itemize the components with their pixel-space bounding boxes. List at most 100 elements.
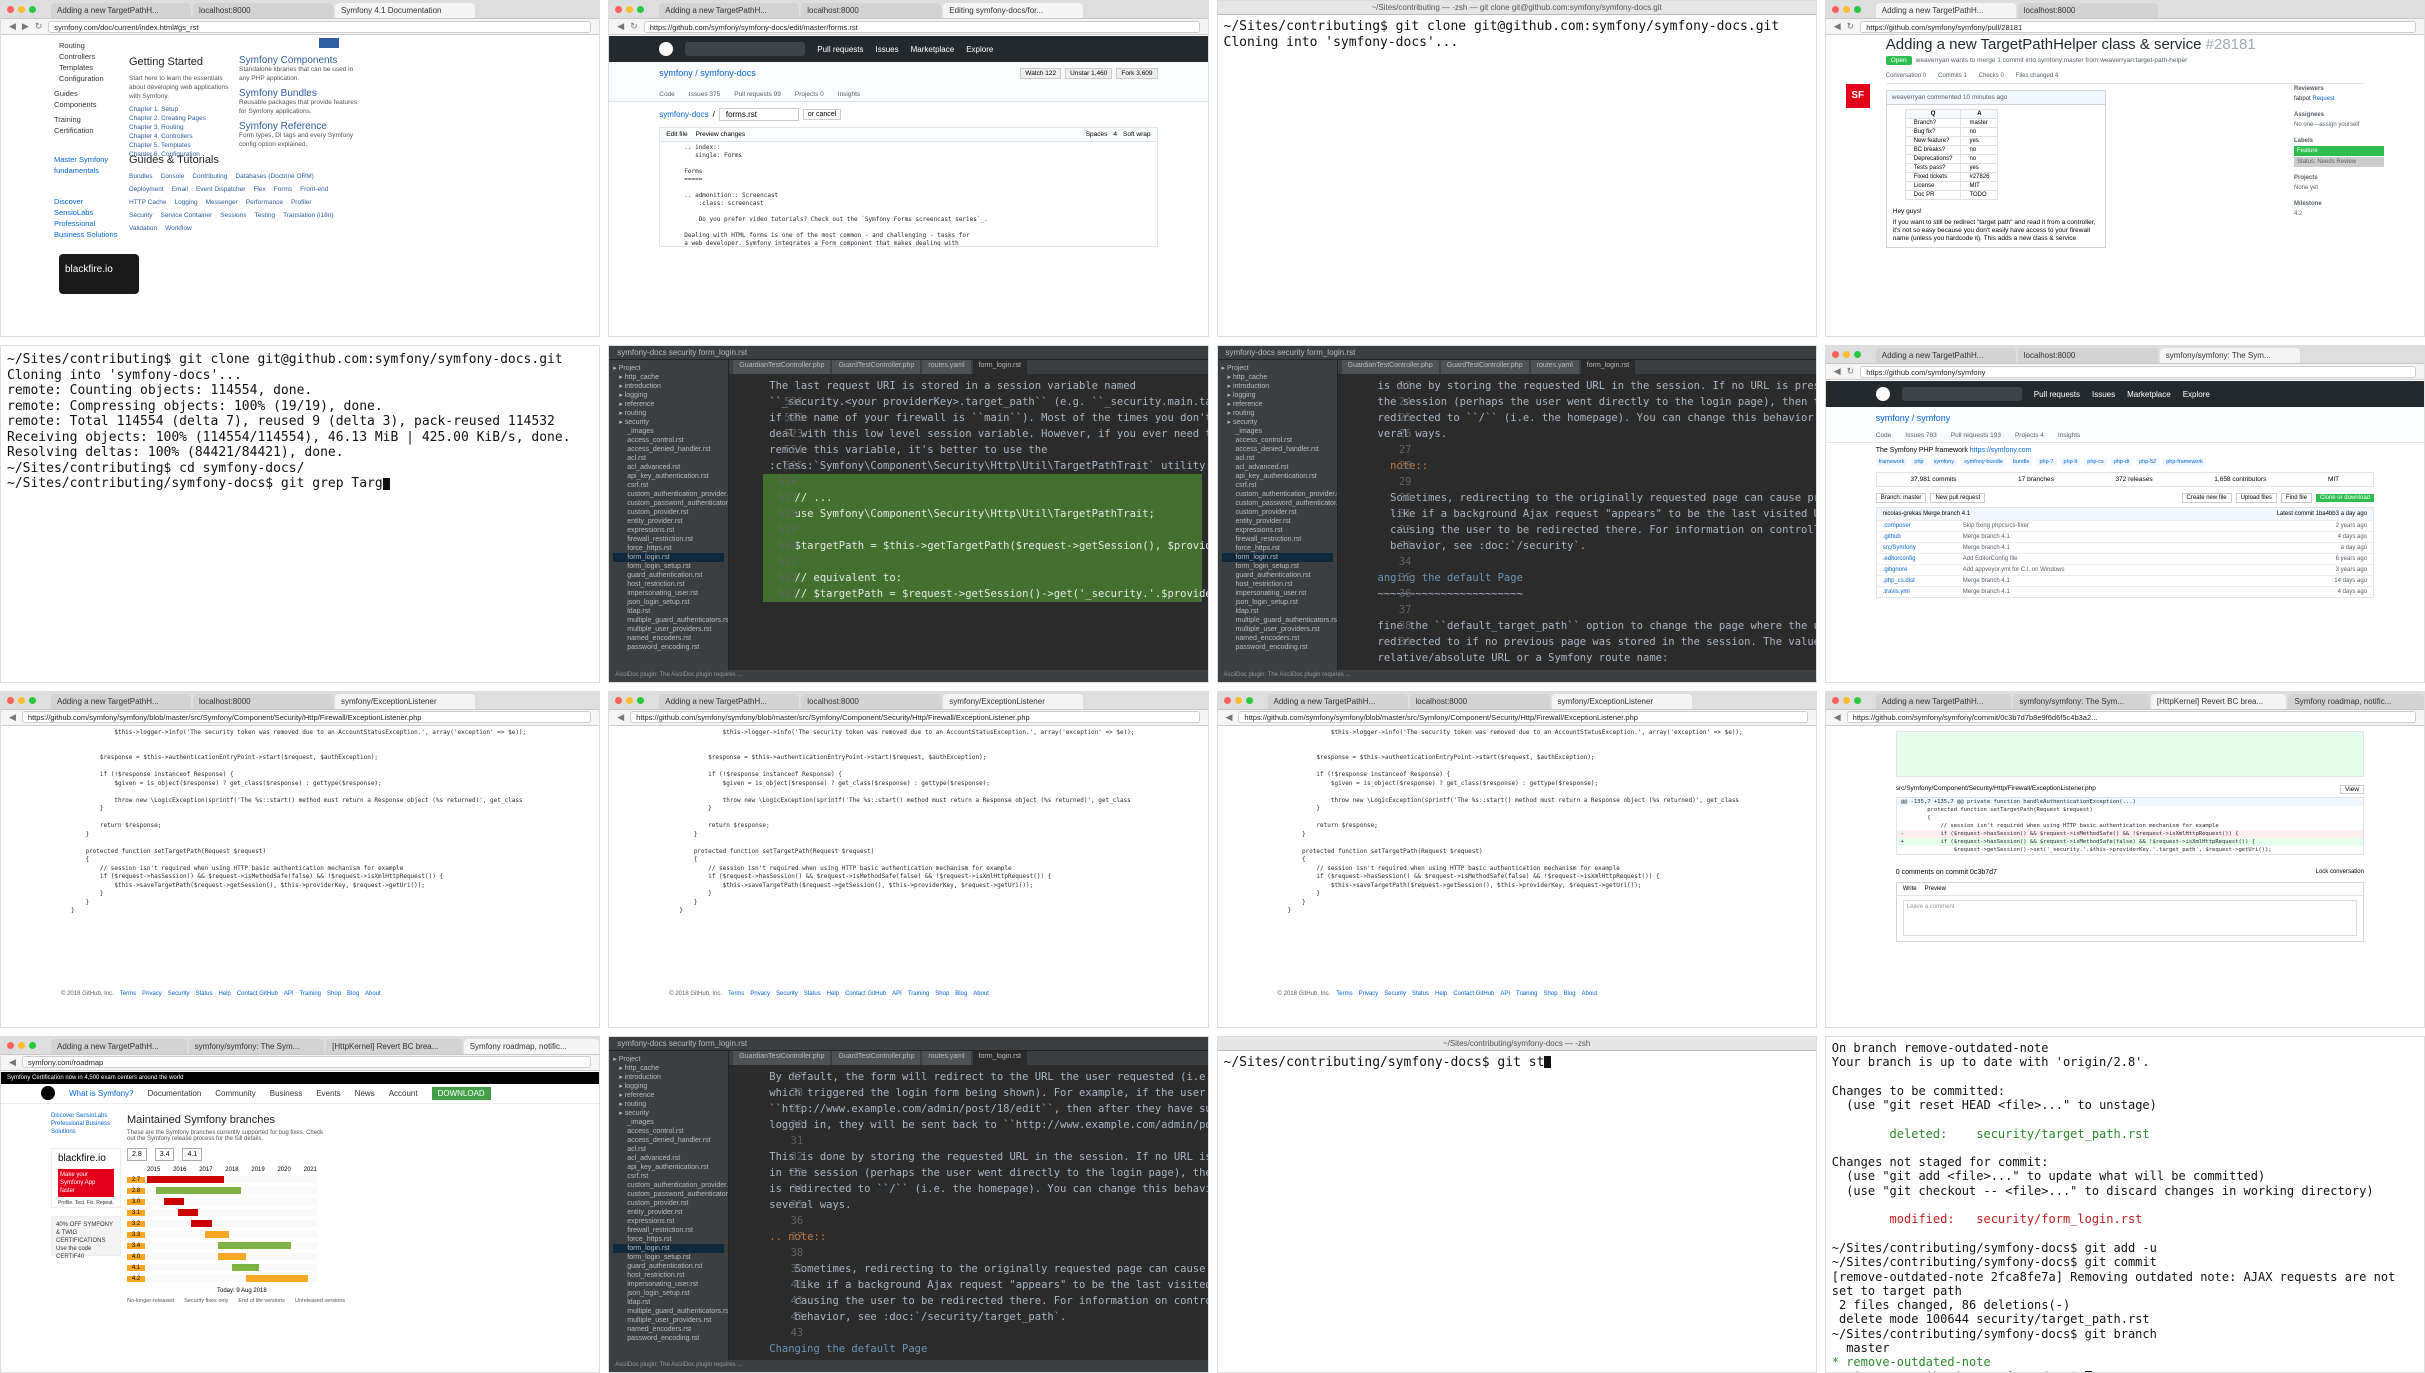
tree-item[interactable]: form_login_setup.rst: [613, 562, 724, 571]
tree-item[interactable]: ▸ routing: [613, 409, 724, 418]
footer-link[interactable]: Status: [804, 991, 821, 997]
sidebar-item[interactable]: Guides: [9, 88, 119, 99]
tree-item[interactable]: host_restriction.rst: [1222, 580, 1333, 589]
sidebar-item[interactable]: Controllers: [9, 51, 119, 62]
guide-link[interactable]: Bundles: [129, 170, 153, 183]
fork-button[interactable]: Fork 3,609: [1116, 68, 1158, 79]
footer-link[interactable]: Terms: [728, 991, 744, 997]
tree-item[interactable]: impersonating_user.rst: [613, 589, 724, 598]
footer-link[interactable]: Terms: [120, 991, 136, 997]
tab-code[interactable]: Code: [659, 91, 675, 98]
footer-link[interactable]: Status: [1412, 991, 1429, 997]
tab-pulls[interactable]: Pull requests 193: [1951, 432, 2001, 439]
version-label[interactable]: 2.8: [127, 1187, 145, 1194]
browser-tab[interactable]: Adding a new TargetPathH...: [1267, 693, 1408, 709]
version-label[interactable]: 4.1: [127, 1264, 145, 1271]
tree-item[interactable]: guard_authentication.rst: [613, 1262, 724, 1271]
chapter-link[interactable]: Chapter 1. Setup: [129, 105, 229, 114]
code-editor[interactable]: The last request URI is stored in a sess…: [729, 374, 1208, 670]
nav-marketplace[interactable]: Marketplace: [2127, 390, 2171, 399]
promo-link[interactable]: Professional Business Solutions: [9, 218, 119, 240]
guide-link[interactable]: Deployment: [129, 183, 164, 196]
tree-item[interactable]: csrf.rst: [613, 1172, 724, 1181]
topic-tag[interactable]: php-cs: [2084, 458, 2107, 467]
tree-item[interactable]: entity_provider.rst: [1222, 517, 1333, 526]
guide-link[interactable]: Security: [129, 209, 152, 222]
request-review[interactable]: Request: [2312, 96, 2334, 102]
tree-item[interactable]: access_denied_handler.rst: [1222, 445, 1333, 454]
repo-stat[interactable]: 1,658 contributors: [2214, 476, 2266, 483]
repo-title[interactable]: symfony / symfony: [1876, 413, 2374, 423]
footer-link[interactable]: API: [1500, 991, 1510, 997]
footer-link[interactable]: Contact GitHub: [237, 991, 278, 997]
tree-item[interactable]: access_control.rst: [1222, 436, 1333, 445]
url-input[interactable]: https://github.com/symfony/symfony/blob/…: [630, 711, 1200, 723]
tree-item[interactable]: ldap.rst: [613, 607, 724, 616]
labels-label[interactable]: Labels: [2294, 136, 2384, 146]
tree-item[interactable]: password_encoding.rst: [613, 1334, 724, 1343]
tree-item[interactable]: ▸ Project: [613, 364, 724, 373]
browser-tab[interactable]: Adding a new TargetPathH...: [1875, 693, 2012, 709]
tree-item[interactable]: custom_authentication_provider.rst: [613, 1181, 728, 1190]
tree-item[interactable]: form_login.rst: [613, 1243, 725, 1253]
topic-tag[interactable]: php-lt: [2060, 458, 2081, 467]
file-row[interactable]: .composer Skip fixing phpcs/cs-fixer 2 yea…: [1876, 520, 2373, 531]
browser-tab[interactable]: localhost:8000: [193, 693, 333, 709]
browser-tab[interactable]: symfony/symfony: The Sym...: [2013, 693, 2149, 709]
tree-item[interactable]: access_control.rst: [613, 436, 724, 445]
search-button[interactable]: [319, 38, 339, 48]
preview-tab[interactable]: Preview: [1925, 886, 1946, 892]
tab-checks[interactable]: Checks 0: [1979, 73, 2004, 79]
url-input[interactable]: symfony.com/doc/current/index.html#gs_rs…: [48, 20, 592, 33]
version-label[interactable]: 3.1: [127, 1209, 145, 1216]
footer-link[interactable]: About: [365, 991, 381, 997]
sidebar-item[interactable]: Components: [9, 99, 119, 110]
terminal-output[interactable]: ~/Sites/contributing$ git clone git@gith…: [1, 346, 599, 495]
project-tree[interactable]: ▸ Project ▸ http_cache ▸ introduction ▸ log…: [1217, 360, 1338, 670]
tree-item[interactable]: json_login_setup.rst: [613, 598, 724, 607]
tab-pulls[interactable]: Pull requests 99: [734, 91, 781, 98]
guide-link[interactable]: Console: [161, 170, 185, 183]
back-icon[interactable]: ◀: [1226, 712, 1233, 723]
browser-tab[interactable]: localhost:8000: [801, 3, 942, 18]
tree-item[interactable]: _images: [1222, 427, 1333, 436]
tree-item[interactable]: acl.rst: [613, 454, 724, 463]
tree-item[interactable]: password_encoding.rst: [1222, 643, 1333, 652]
write-tab[interactable]: Write: [1903, 886, 1917, 892]
editor-tab[interactable]: GuardianTestController.php: [733, 360, 831, 375]
browser-tab[interactable]: Adding a new TargetPathH...: [51, 3, 191, 18]
download-button[interactable]: DOWNLOAD: [431, 1086, 491, 1100]
guide-link[interactable]: Workflow: [165, 222, 192, 235]
tree-item[interactable]: host_restriction.rst: [613, 1271, 724, 1280]
footer-link[interactable]: Privacy: [750, 991, 770, 997]
footer-link[interactable]: About: [1582, 991, 1598, 997]
tab-conversation[interactable]: Conversation 0: [1886, 73, 1926, 79]
blackfire-ad[interactable]: blackfire.io Make your Symfony App faste…: [51, 1147, 121, 1208]
code-view[interactable]: $this->logger->info('The security token …: [1, 727, 599, 916]
editor-tab-active[interactable]: form_login.rst: [972, 360, 1027, 375]
tree-item[interactable]: ▸ routing: [1222, 409, 1333, 418]
window-controls[interactable]: [615, 6, 645, 13]
footer-link[interactable]: Blog: [347, 991, 359, 997]
browser-tab[interactable]: localhost:8000: [2017, 348, 2158, 364]
editor-tab[interactable]: GuardTestController.php: [1440, 360, 1529, 375]
cancel-link[interactable]: or cancel: [802, 109, 842, 120]
preview-tab[interactable]: Preview changes: [696, 131, 746, 138]
repo-stat[interactable]: 17 branches: [2018, 476, 2054, 483]
version-badge[interactable]: 3.4: [154, 1147, 175, 1161]
browser-tab[interactable]: [HttpKernel] Revert BC brea...: [326, 1038, 462, 1054]
tree-item[interactable]: acl_advanced.rst: [613, 1154, 724, 1163]
certification-ad[interactable]: 40% OFF SYMFONY & TWIG CERTIFICATIONS Us…: [51, 1215, 121, 1260]
tree-item[interactable]: impersonating_user.rst: [613, 1280, 724, 1289]
code-editor[interactable]: 23 is done by storing the requested URL i…: [1337, 374, 1816, 670]
tab-issues[interactable]: Issues 783: [1905, 432, 1936, 439]
chapter-link[interactable]: Chapter 5. Templates: [129, 141, 229, 150]
sidebar-item[interactable]: Training: [9, 114, 119, 125]
tree-item[interactable]: ▸ Project: [1222, 364, 1333, 373]
guide-link[interactable]: Performance: [246, 196, 283, 209]
sidebar-item[interactable]: Configuration: [9, 73, 119, 84]
promo-link[interactable]: Professional Business Solutions: [51, 1120, 121, 1136]
tree-item[interactable]: multiple_user_providers.rst: [613, 1316, 724, 1325]
tab-insights[interactable]: Insights: [2058, 432, 2080, 439]
tree-item[interactable]: ▸ logging: [1222, 391, 1333, 400]
